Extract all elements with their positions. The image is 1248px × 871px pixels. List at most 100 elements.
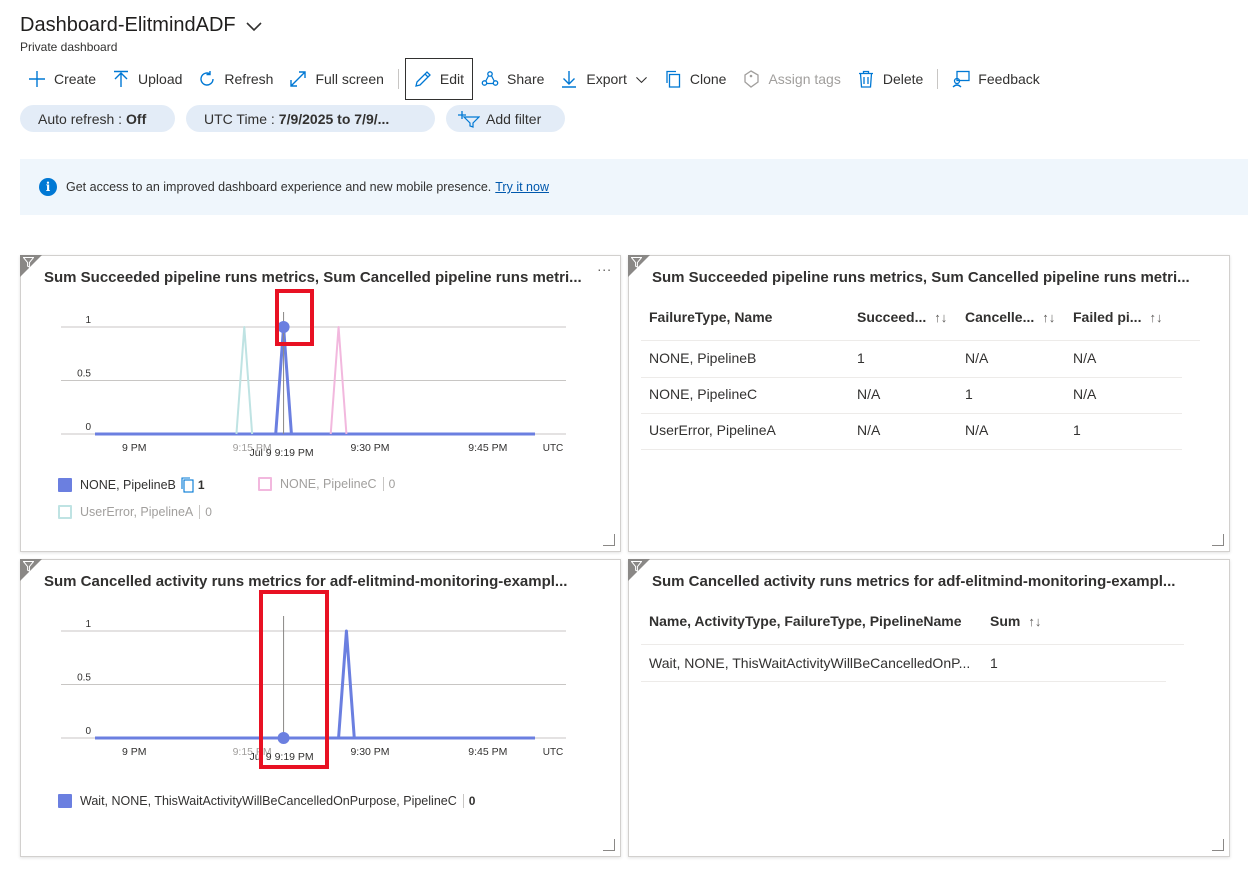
sort-icon[interactable]: ↑↓ bbox=[1149, 310, 1162, 325]
column-header[interactable]: Succeed... ↑↓ bbox=[857, 309, 947, 325]
table-cell: N/A bbox=[1073, 350, 1097, 366]
legend-swatch bbox=[258, 477, 272, 491]
column-header[interactable]: FailureType, Name bbox=[649, 309, 772, 325]
command-bar: Create Upload Refresh Full screen Edit S… bbox=[20, 58, 1048, 100]
delete-label: Delete bbox=[882, 71, 924, 87]
table-cell: N/A bbox=[857, 386, 881, 402]
info-icon: i bbox=[39, 178, 57, 196]
table-cell: 1 bbox=[857, 350, 865, 366]
upload-label: Upload bbox=[138, 71, 183, 87]
legend-label: UserError, PipelineA bbox=[80, 505, 194, 519]
upload-button[interactable]: Upload bbox=[104, 58, 190, 100]
refresh-button[interactable]: Refresh bbox=[190, 58, 281, 100]
x-tick-label: 9:45 PM bbox=[468, 442, 507, 454]
pencil-icon bbox=[415, 71, 431, 87]
column-header-label: Failed pi... bbox=[1073, 309, 1142, 325]
export-button[interactable]: Export bbox=[552, 58, 655, 100]
tile-succeeded-pipeline-chart[interactable]: Sum Succeeded pipeline runs metrics, Sum… bbox=[20, 255, 621, 552]
legend-value: 1 bbox=[197, 478, 205, 492]
assign-tags-label: Assign tags bbox=[768, 71, 841, 87]
expand-icon bbox=[290, 71, 307, 87]
try-it-now-link[interactable]: Try it now bbox=[495, 180, 549, 194]
legend-label: NONE, PipelineB bbox=[80, 478, 176, 492]
feedback-icon bbox=[952, 70, 970, 88]
legend-item[interactable]: NONE, PipelineC 0 bbox=[258, 477, 395, 491]
x-unit-label: UTC bbox=[543, 443, 564, 454]
feedback-label: Feedback bbox=[978, 71, 1040, 87]
upload-icon bbox=[114, 70, 129, 87]
dashboard-title-row[interactable]: Dashboard-ElitmindADF bbox=[20, 14, 264, 37]
copy-icon bbox=[666, 70, 681, 88]
resize-handle[interactable] bbox=[603, 839, 615, 851]
assign-tags-button[interactable]: Assign tags bbox=[734, 58, 848, 100]
sort-icon[interactable]: ↑↓ bbox=[934, 310, 947, 325]
time-range-label: UTC Time : bbox=[204, 110, 275, 127]
plus-icon bbox=[29, 71, 45, 87]
row-divider bbox=[641, 377, 1182, 378]
column-header[interactable]: Cancelle... ↑↓ bbox=[965, 309, 1055, 325]
row-divider bbox=[641, 681, 1166, 682]
legend-item[interactable]: UserError, PipelineA 0 bbox=[58, 505, 212, 519]
feedback-button[interactable]: Feedback bbox=[944, 58, 1047, 100]
table-cell: UserError, PipelineA bbox=[649, 422, 776, 438]
legend-swatch bbox=[58, 794, 72, 808]
resize-handle[interactable] bbox=[1212, 839, 1224, 851]
export-label: Export bbox=[586, 71, 627, 87]
filter-icon bbox=[631, 561, 642, 572]
hover-time-label: Jul 9 9:19 PM bbox=[249, 447, 313, 459]
legend-value: 0 bbox=[199, 505, 212, 519]
highlight-box bbox=[259, 590, 329, 769]
table-cell: N/A bbox=[1073, 386, 1097, 402]
create-button[interactable]: Create bbox=[20, 58, 104, 100]
legend-swatch bbox=[58, 478, 72, 492]
sort-icon[interactable]: ↑↓ bbox=[1028, 614, 1041, 629]
share-button[interactable]: Share bbox=[473, 58, 552, 100]
x-unit-label: UTC bbox=[543, 747, 564, 758]
column-header[interactable]: Name, ActivityType, FailureType, Pipelin… bbox=[649, 613, 962, 629]
resize-handle[interactable] bbox=[603, 534, 615, 546]
row-divider bbox=[641, 413, 1182, 414]
sort-icon[interactable]: ↑↓ bbox=[1042, 310, 1055, 325]
table-cell: 1 bbox=[990, 655, 998, 671]
table-cell: NONE, PipelineB bbox=[649, 350, 757, 366]
auto-refresh-pill[interactable]: Auto refresh : Off bbox=[20, 105, 175, 132]
tile-cancelled-activity-grid[interactable]: Sum Cancelled activity runs metrics for … bbox=[628, 559, 1230, 857]
time-range-value: 7/9/2025 to 7/9/... bbox=[278, 110, 390, 127]
table-cell: 1 bbox=[965, 386, 973, 402]
legend-item[interactable]: NONE, PipelineB 1 bbox=[58, 477, 205, 493]
y-tick-label: 0 bbox=[85, 726, 91, 737]
table-cell: Wait, NONE, ThisWaitActivityWillBeCancel… bbox=[649, 655, 971, 671]
chevron-down-icon[interactable] bbox=[244, 16, 264, 36]
table-cell: N/A bbox=[965, 350, 989, 366]
share-label: Share bbox=[507, 71, 545, 87]
legend-item[interactable]: Wait, NONE, ThisWaitActivityWillBeCancel… bbox=[58, 794, 475, 808]
download-icon bbox=[562, 71, 577, 88]
add-filter-icon bbox=[458, 110, 480, 128]
dashboard-subtitle: Private dashboard bbox=[20, 40, 118, 54]
y-tick-label: 0.5 bbox=[77, 369, 91, 380]
clone-label: Clone bbox=[689, 71, 727, 87]
add-filter-label: Add filter bbox=[486, 110, 542, 127]
clone-button[interactable]: Clone bbox=[656, 58, 735, 100]
column-header-label: FailureType, Name bbox=[649, 309, 773, 325]
add-filter-button[interactable]: Add filter bbox=[446, 105, 565, 132]
delete-button[interactable]: Delete bbox=[849, 58, 931, 100]
time-range-pill[interactable]: UTC Time : 7/9/2025 to 7/9/... bbox=[186, 105, 435, 132]
fullscreen-button[interactable]: Full screen bbox=[281, 58, 391, 100]
resize-handle[interactable] bbox=[1212, 534, 1224, 546]
column-header[interactable]: Failed pi... ↑↓ bbox=[1073, 309, 1162, 325]
edit-button[interactable]: Edit bbox=[404, 58, 474, 100]
filter-bar: Auto refresh : Off UTC Time : 7/9/2025 t… bbox=[20, 105, 565, 132]
y-tick-label: 0 bbox=[85, 422, 91, 433]
x-tick-label: 9 PM bbox=[122, 442, 147, 454]
column-header[interactable]: Sum ↑↓ bbox=[990, 613, 1041, 629]
auto-refresh-label: Auto refresh : bbox=[38, 110, 123, 127]
y-tick-label: 1 bbox=[85, 619, 91, 630]
table-cell: NONE, PipelineC bbox=[649, 386, 758, 402]
highlight-box bbox=[275, 289, 314, 346]
tile-succeeded-pipeline-grid[interactable]: Sum Succeeded pipeline runs metrics, Sum… bbox=[628, 255, 1230, 552]
line-chart[interactable]: 00.519 PM 9:15 PM 9:30 PM 9:45 PM UTCJul 9 9… bbox=[21, 256, 622, 466]
legend-swatch bbox=[58, 505, 72, 519]
y-tick-label: 0.5 bbox=[77, 673, 91, 684]
x-tick-label: 9:45 PM bbox=[468, 746, 507, 758]
